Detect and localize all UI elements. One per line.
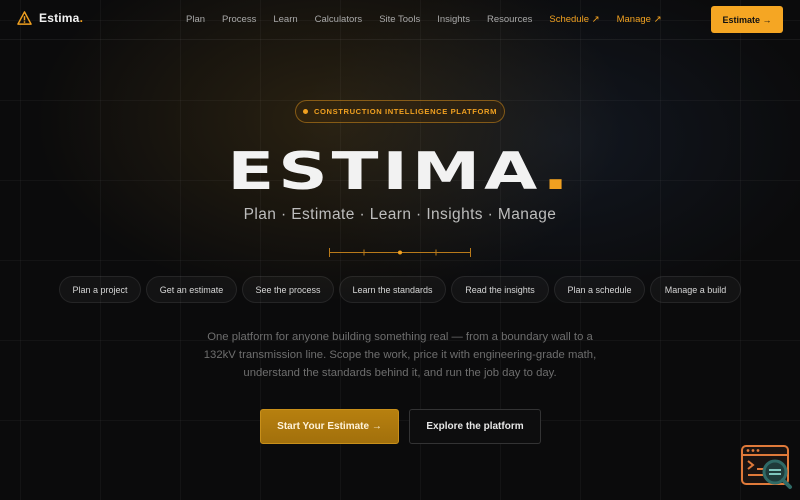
hero-subtitle: Plan · Estimate · Learn · Insights · Man… bbox=[243, 206, 557, 223]
chip-plan-a-schedule[interactable]: Plan a schedule bbox=[554, 276, 645, 303]
decorative-divider bbox=[329, 248, 471, 257]
nav-link-calculators[interactable]: Calculators bbox=[315, 14, 363, 25]
chip-read-the-insights[interactable]: Read the insights bbox=[451, 276, 549, 303]
nav-link-process[interactable]: Process bbox=[222, 14, 256, 25]
chip-get-an-estimate[interactable]: Get an estimate bbox=[146, 276, 237, 303]
nav-link-plan[interactable]: Plan bbox=[186, 14, 205, 25]
brand[interactable]: Estima. bbox=[17, 11, 83, 25]
chip-see-the-process[interactable]: See the process bbox=[242, 276, 334, 303]
nav-link-resources[interactable]: Resources bbox=[487, 14, 532, 25]
terminal-search-icon[interactable] bbox=[741, 444, 793, 490]
badge-dot bbox=[302, 109, 308, 114]
chip-learn-the-standards[interactable]: Learn the standards bbox=[339, 276, 446, 303]
nav-link-manage[interactable]: Manage ↗ bbox=[617, 14, 662, 25]
nav-link-site-tools[interactable]: Site Tools bbox=[379, 14, 420, 25]
quick-links: Plan a project Get an estimate See the p… bbox=[59, 276, 741, 303]
start-estimate-button[interactable]: Start Your Estimate → bbox=[260, 409, 399, 444]
chip-plan-a-project[interactable]: Plan a project bbox=[59, 276, 141, 303]
explore-platform-button[interactable]: Explore the platform bbox=[409, 409, 541, 444]
warning-triangle-icon bbox=[17, 11, 32, 25]
nav-link-learn[interactable]: Learn bbox=[273, 14, 297, 25]
brand-name: Estima. bbox=[39, 11, 84, 25]
hero-description: One platform for anyone building somethi… bbox=[203, 331, 597, 379]
nav-link-schedule[interactable]: Schedule ↗ bbox=[549, 14, 599, 25]
nav-links: Plan Process Learn Calculators Site Tool… bbox=[186, 14, 679, 25]
hero-title: ESTIMA. bbox=[227, 142, 573, 202]
platform-badge: CONSTRUCTION INTELLIGENCE PLATFORM bbox=[295, 100, 505, 123]
top-navigation: Estima. Plan Process Learn Calculators S… bbox=[0, 0, 800, 40]
chip-manage-a-build[interactable]: Manage a build bbox=[650, 276, 741, 303]
nav-link-insights[interactable]: Insights bbox=[437, 14, 470, 25]
badge-text: CONSTRUCTION INTELLIGENCE PLATFORM bbox=[313, 107, 498, 116]
estimate-button[interactable]: Estimate → bbox=[711, 6, 783, 33]
